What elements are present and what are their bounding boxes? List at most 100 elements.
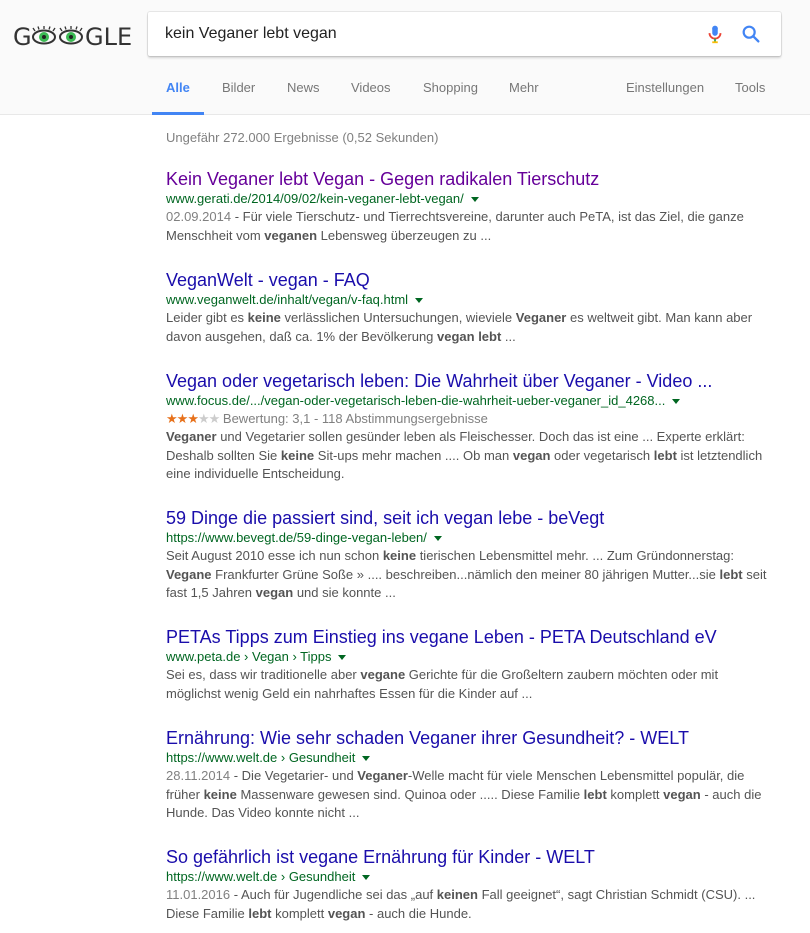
caret-down-icon[interactable] [362,875,371,881]
snippet-keyword: keinen [436,887,478,902]
snippet-keyword: vegan [512,447,551,463]
result-title-link[interactable]: PETAs Tipps zum Einstieg ins vegane Lebe… [166,626,717,648]
snippet-text: verlässlichen Untersuchungen, wieviele [280,310,516,325]
rating-stars: ★★★★★ [166,411,221,426]
snippet-text: - Die Vegetarier- und [230,768,358,783]
caret-down-icon[interactable] [470,197,479,203]
snippet-keyword: lebt [653,447,677,463]
tab-all[interactable]: Alle [152,80,204,115]
snippet-keyword: vegane [360,667,406,682]
snippet-text: komplett [606,786,664,802]
snippet-text: - Auch für Jugendliche sei das „auf [230,887,437,902]
snippet-text: ... [501,328,516,344]
snippet-text: Sit-ups mehr machen .... Ob man [314,447,513,463]
snippet-keyword: Veganer [357,768,408,783]
tab-videos[interactable]: Videos [351,80,391,114]
snippet-keyword: veganen [264,227,318,243]
rating-text: Bewertung: 3,1 - 118 Abstimmungsergebnis… [222,411,488,426]
snippet-text: komplett [271,905,328,921]
result-url[interactable]: https://www.bevegt.de/59-dinge-vegan-leb… [166,530,427,545]
search-result: PETAs Tipps zum Einstieg ins vegane Lebe… [166,626,776,703]
result-title-link[interactable]: 59 Dinge die passiert sind, seit ich veg… [166,507,604,529]
snippet-keyword: vegan [255,585,294,601]
result-url[interactable]: www.peta.de › Vegan › Tipps [166,649,331,664]
result-url-row: https://www.bevegt.de/59-dinge-vegan-leb… [166,529,776,547]
result-url-row: www.peta.de › Vegan › Tipps [166,648,776,666]
tab-more[interactable]: Mehr [509,80,539,114]
result-url[interactable]: www.veganwelt.de/inhalt/vegan/v-faq.html [166,292,408,307]
result-title-link[interactable]: Kein Veganer lebt Vegan - Gegen radikale… [166,168,599,190]
result-url[interactable]: https://www.welt.de › Gesundheit [166,869,355,884]
result-snippet: Leider gibt es keine verlässlichen Unter… [166,309,776,346]
search-result: Ernährung: Wie sehr schaden Veganer ihre… [166,727,776,823]
search-icon[interactable] [740,23,762,45]
snippet-text: Seit August 2010 esse ich nun schon [166,548,383,563]
result-url-row: www.focus.de/.../vegan-oder-vegetarisch-… [166,392,776,410]
snippet-text: - auch die Hunde. [365,905,472,921]
snippet-keyword: lebt [583,786,607,802]
snippet-text: Leider gibt es [166,310,248,325]
result-url[interactable]: www.focus.de/.../vegan-oder-vegetarisch-… [166,393,665,408]
snippet-keyword: Vegane [166,566,212,582]
result-url-row: https://www.welt.de › Gesundheit [166,749,776,767]
snippet-keyword: keine [203,786,237,802]
result-snippet: Veganer und Vegetarier sollen gesünder l… [166,428,776,484]
result-snippet: Seit August 2010 esse ich nun schon kein… [166,547,776,603]
snippet-text: oder vegetarisch [550,447,654,463]
search-result: Vegan oder vegetarisch leben: Die Wahrhe… [166,370,776,484]
result-date: 11.01.2016 [166,887,231,902]
snippet-keyword: lebt [719,566,743,582]
snippet-keyword: vegan [663,786,701,802]
logo-text: G [13,23,32,51]
google-eyes-logo[interactable]: G GLE [13,20,138,52]
snippet-keyword: Veganer [515,310,567,325]
star-empty-icon: ★ [197,411,210,426]
search-result: 59 Dinge die passiert sind, seit ich veg… [166,507,776,603]
snippet-keyword: Veganer [166,429,217,444]
result-url[interactable]: https://www.welt.de › Gesundheit [166,750,355,765]
star-empty-icon: ★ [208,411,221,426]
search-result: So gefährlich ist vegane Ernährung für K… [166,846,776,923]
result-title-link[interactable]: VeganWelt - vegan - FAQ [166,269,370,291]
result-title-link[interactable]: So gefährlich ist vegane Ernährung für K… [166,846,595,868]
result-snippet: 28.11.2014 - Die Vegetarier- und Veganer… [166,767,776,823]
snippet-text: Massenware gewesen sind. Quinoa oder ...… [236,786,584,802]
result-url[interactable]: www.gerati.de/2014/09/02/kein-veganer-le… [166,191,464,206]
snippet-keyword: keine [382,548,417,563]
result-snippet: Sei es, dass wir traditionelle aber vega… [166,666,776,703]
snippet-text: Lebensweg überzeugen zu ... [317,227,492,243]
star-filled-icon: ★ [176,411,189,426]
tab-news[interactable]: News [287,80,320,114]
caret-down-icon[interactable] [672,399,681,405]
caret-down-icon[interactable] [415,298,424,304]
eye-icon [59,26,83,45]
snippet-text: Frankfurter Grüne Soße » .... beschreibe… [211,566,720,582]
result-snippet: 02.09.2014 - Für viele Tierschutz- und T… [166,208,776,245]
tab-bar: Alle Bilder News Videos Shopping Mehr Ei… [0,80,810,115]
header: G GLE kein Veganer lebt vegan Alle Bilde… [0,0,810,115]
result-stats: Ungefähr 272.000 Ergebnisse (0,52 Sekund… [166,130,439,145]
result-url-row: www.gerati.de/2014/09/02/kein-veganer-le… [166,190,776,208]
search-input[interactable] [148,12,688,56]
snippet-keyword: vegan lebt [437,328,502,344]
tab-shopping[interactable]: Shopping [423,80,478,114]
result-date: 28.11.2014 [166,768,231,783]
snippet-keyword: keine [247,310,281,325]
caret-down-icon[interactable] [433,536,442,542]
caret-down-icon[interactable] [338,655,347,661]
result-title-link[interactable]: Vegan oder vegetarisch leben: Die Wahrhe… [166,370,712,392]
result-title-link[interactable]: Ernährung: Wie sehr schaden Veganer ihre… [166,727,689,749]
snippet-text: Sei es, dass wir traditionelle aber [166,667,361,682]
result-url-row: www.veganwelt.de/inhalt/vegan/v-faq.html [166,291,776,309]
caret-down-icon[interactable] [362,756,371,762]
result-url-row: https://www.welt.de › Gesundheit [166,868,776,886]
snippet-keyword: lebt [248,905,272,921]
eye-icon [32,26,56,45]
snippet-keyword: vegan [327,905,366,921]
search-box[interactable] [148,12,781,56]
microphone-icon[interactable] [704,23,726,45]
tab-settings[interactable]: Einstellungen [626,80,704,114]
tab-tools[interactable]: Tools [735,80,765,114]
tab-images[interactable]: Bilder [222,80,255,114]
result-date: 02.09.2014 [166,209,232,224]
